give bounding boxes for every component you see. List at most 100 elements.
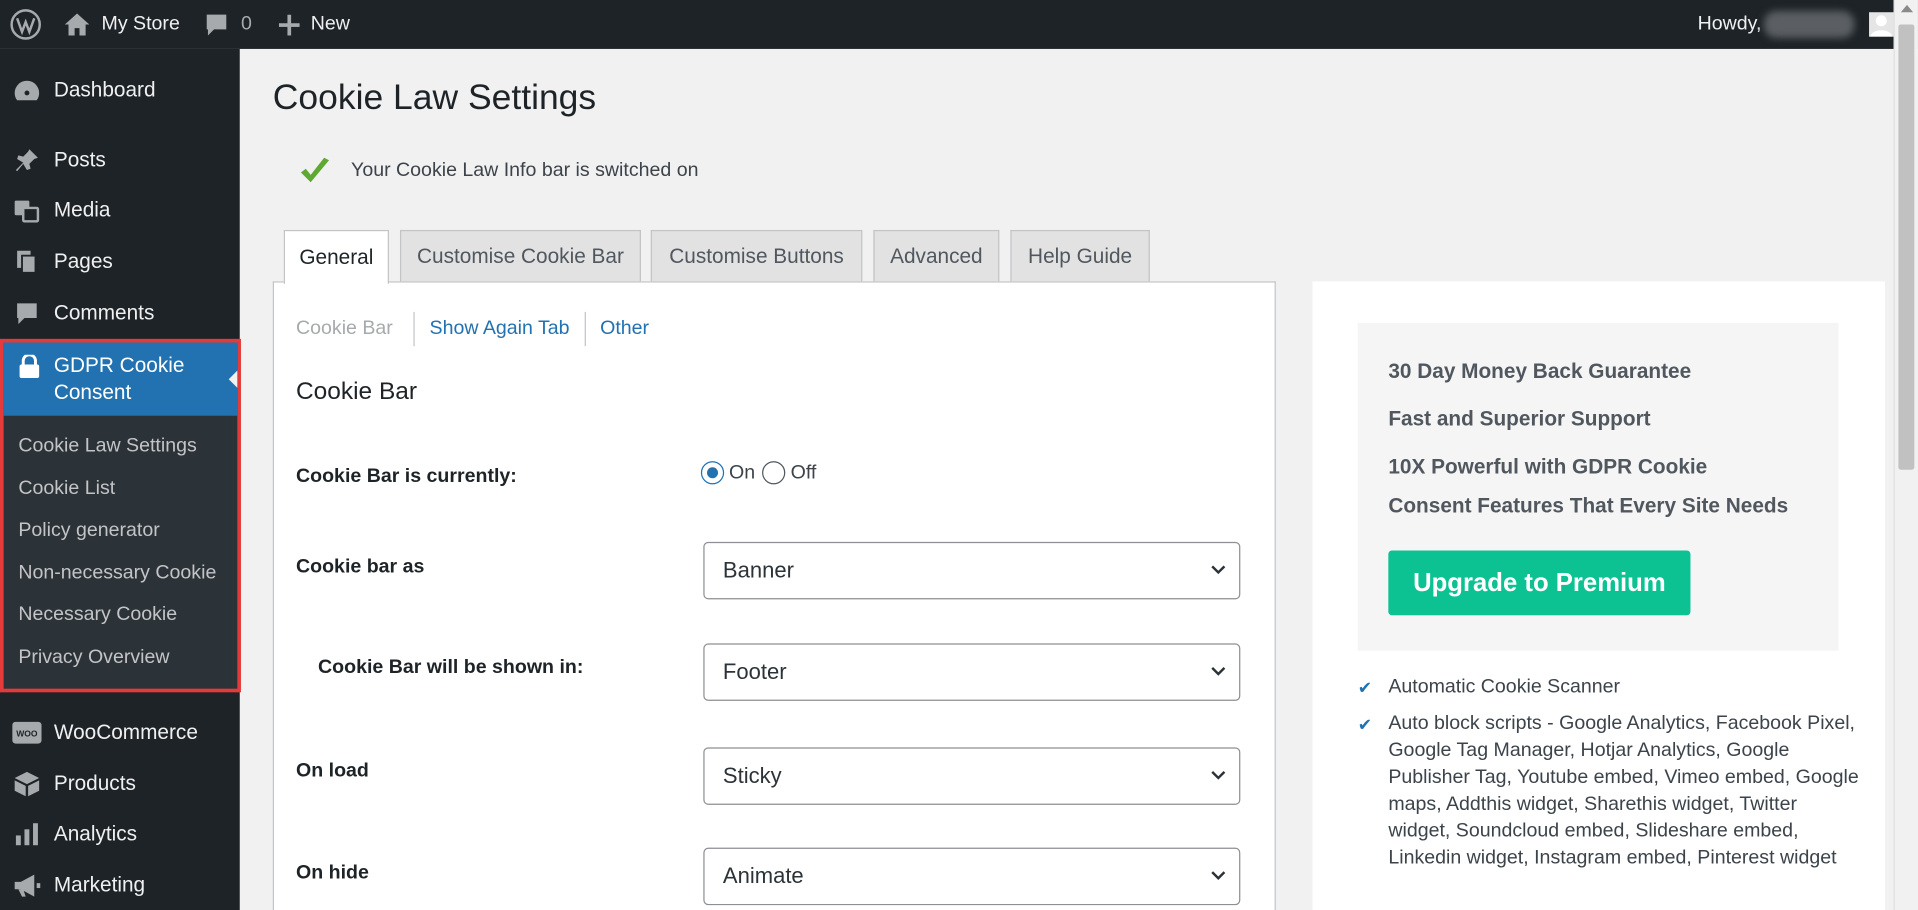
submenu-item-cookie-law-settings[interactable]: Cookie Law Settings (18, 435, 196, 457)
submenu-item-non-necessary-cookie[interactable]: Non-necessary Cookie (18, 563, 216, 585)
page-title: Cookie Law Settings (272, 78, 597, 118)
sidebar-item-posts[interactable]: Posts (0, 138, 240, 182)
check-icon: ✔ (1357, 714, 1373, 734)
promo-line-support: Fast and Superior Support (1388, 407, 1651, 431)
username-redacted (1763, 11, 1855, 38)
cookie-bar-as-select[interactable]: Banner (703, 541, 1241, 600)
comments-link[interactable]: 0 (204, 0, 252, 49)
select-value: Footer (722, 659, 787, 684)
new-label: New (310, 13, 350, 35)
cookie-bar-shown-in-select[interactable]: Footer (703, 643, 1241, 701)
sidebar-item-label: Media (53, 198, 111, 222)
radio-off-label: Off (790, 461, 817, 483)
home-icon (64, 13, 90, 36)
sidebar-item-label: Dashboard (53, 78, 156, 102)
subtab-cookie-bar[interactable]: Cookie Bar (296, 312, 414, 346)
section-title: Cookie Bar (296, 377, 418, 405)
subtab-nav: Cookie Bar Show Again Tab Other (296, 311, 664, 347)
account-menu[interactable]: Howdy, (1698, 0, 1855, 49)
site-name-label: My Store (101, 13, 180, 35)
cookie-bar-shown-in-label: Cookie Bar will be shown in: (318, 656, 584, 678)
tab-general[interactable]: General (283, 229, 389, 284)
radio-on-label: On (729, 461, 756, 483)
tab-customise-buttons[interactable]: Customise Buttons (650, 229, 863, 283)
pin-icon (15, 149, 38, 172)
submenu-item-privacy-overview[interactable]: Privacy Overview (18, 647, 169, 669)
dashboard-icon (14, 80, 40, 101)
status-notice: Your Cookie Law Info bar is switched on (298, 157, 698, 186)
checkmark-icon (300, 157, 330, 183)
settings-panel: Cookie Bar Show Again Tab Other Cookie B… (272, 281, 1276, 910)
promo-line-powerful: 10X Powerful with GDPR Cookie (1388, 455, 1708, 479)
chevron-down-icon (1211, 667, 1226, 676)
notice-text: Your Cookie Law Info bar is switched on (351, 160, 699, 182)
tab-advanced[interactable]: Advanced (873, 229, 1000, 283)
howdy-label: Howdy, (1697, 13, 1762, 35)
select-value: Animate (722, 863, 804, 889)
feature-list: ✔ Automatic Cookie Scanner ✔ Auto block … (1358, 674, 1860, 882)
sidebar-item-label: Marketing (53, 873, 146, 897)
avatar[interactable] (1869, 12, 1894, 37)
wordpress-logo-icon[interactable] (10, 0, 42, 49)
sidebar-item-marketing[interactable]: Marketing (0, 864, 240, 908)
sidebar-item-comments[interactable]: Comments (0, 291, 240, 335)
bars-icon (15, 823, 38, 846)
upgrade-to-premium-button[interactable]: Upgrade to Premium (1388, 550, 1691, 616)
tab-help-guide[interactable]: Help Guide (1010, 229, 1150, 283)
on-load-select[interactable]: Sticky (703, 747, 1241, 805)
subtab-show-again-tab[interactable]: Show Again Tab (413, 311, 585, 347)
select-value: Sticky (722, 763, 782, 788)
sidebar-item-label: Pages (53, 249, 113, 273)
admin-bar: My Store 0 New Howdy, (0, 0, 1918, 49)
sidebar-item-media[interactable]: Media (0, 188, 240, 232)
gdpr-submenu: Cookie Law Settings Cookie List Policy g… (3, 415, 238, 689)
scrollbar-thumb[interactable] (1898, 24, 1915, 470)
user-icon (1870, 15, 1893, 37)
submenu-item-necessary-cookie[interactable]: Necessary Cookie (18, 604, 177, 626)
sidebar-item-label: Posts (53, 148, 106, 172)
sidebar-item-dashboard[interactable]: Dashboard (0, 68, 240, 112)
submenu-item-policy-generator[interactable]: Policy generator (18, 520, 159, 542)
current-menu-arrow (228, 369, 239, 389)
check-icon: ✔ (1357, 677, 1373, 698)
promo-line-guarantee: 30 Day Money Back Guarantee (1388, 359, 1692, 383)
site-name-link[interactable]: My Store (64, 0, 180, 49)
on-load-label: On load (296, 760, 369, 782)
svg-text:WOO: WOO (16, 728, 38, 738)
select-value: Banner (722, 557, 794, 583)
sidebar-item-products[interactable]: Products (0, 762, 240, 806)
chevron-down-icon (1211, 770, 1226, 780)
feature-text: Automatic Cookie Scanner (1388, 676, 1621, 698)
tab-customise-cookie-bar[interactable]: Customise Cookie Bar (399, 229, 641, 283)
comment-icon (206, 14, 227, 36)
sidebar-item-woocommerce[interactable]: WOO WooCommerce (0, 711, 240, 755)
on-hide-select[interactable]: Animate (703, 847, 1241, 906)
comments-count: 0 (240, 13, 252, 35)
radio-off[interactable] (762, 461, 786, 485)
sidebar-item-label-line2: Consent (53, 380, 132, 404)
box-icon (14, 771, 40, 797)
chevron-down-icon (1211, 871, 1226, 880)
sidebar-item-label: Products (53, 771, 136, 796)
pages-icon (17, 250, 37, 274)
new-content-link[interactable]: New (278, 0, 350, 49)
sidebar-item-label: GDPR Cookie (53, 353, 185, 377)
megaphone-icon (14, 874, 41, 897)
page-scrollbar[interactable] (1893, 0, 1918, 910)
sidebar-item-analytics[interactable]: Analytics (0, 812, 240, 856)
submenu-item-cookie-list[interactable]: Cookie List (18, 478, 115, 500)
sidebar-item-label: WooCommerce (53, 720, 198, 744)
comment-icon (17, 303, 37, 325)
plus-icon (278, 14, 300, 35)
on-hide-label: On hide (296, 862, 369, 884)
sidebar-item-gdpr-cookie-consent[interactable]: GDPR Cookie Consent (3, 342, 239, 416)
promo-line-features: Consent Features That Every Site Needs (1388, 494, 1789, 518)
cookie-bar-status-label: Cookie Bar is currently: (296, 466, 517, 487)
sidebar-item-pages[interactable]: Pages (0, 240, 240, 284)
subtab-other[interactable]: Other (584, 311, 664, 347)
sidebar-item-label: Comments (53, 300, 155, 325)
feature-text: Auto block scripts - Google Analytics, F… (1388, 713, 1859, 869)
radio-on[interactable] (700, 461, 725, 485)
sidebar-item-label: Analytics (53, 821, 138, 846)
scroll-up-arrow-icon[interactable] (1900, 4, 1914, 13)
